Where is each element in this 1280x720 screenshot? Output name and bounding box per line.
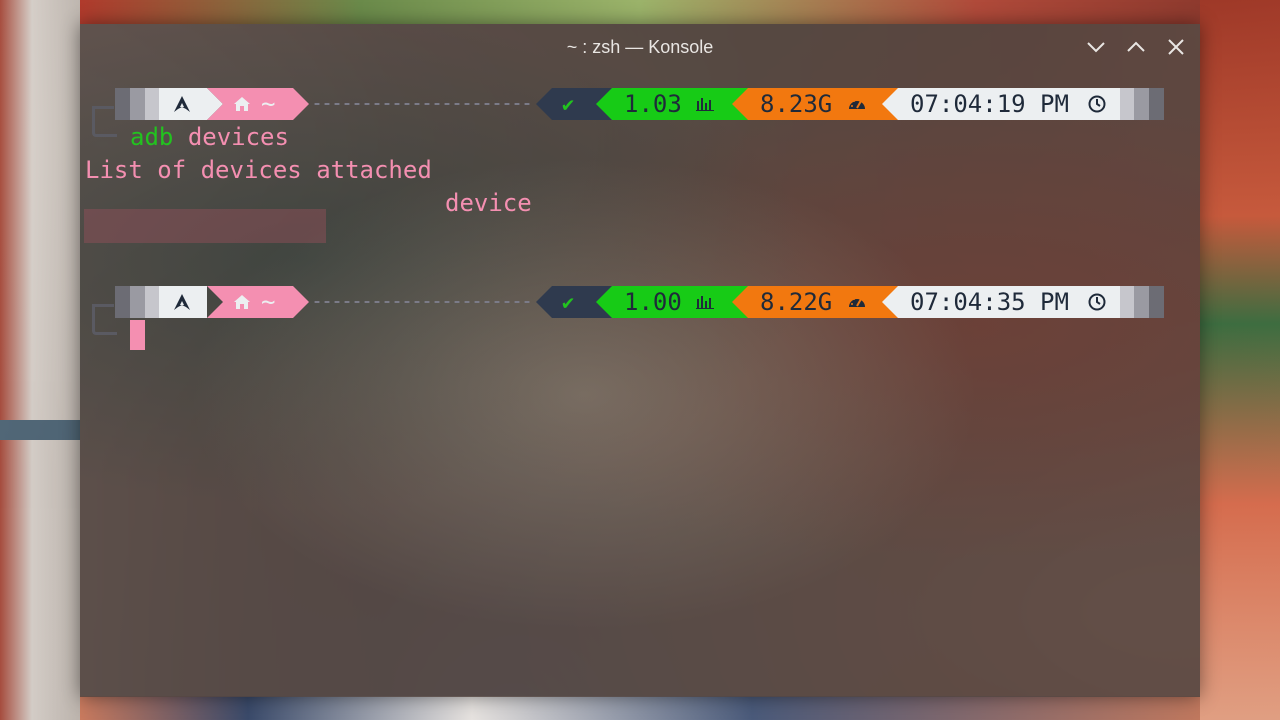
chevron-up-icon [1127, 41, 1145, 52]
dir-segment: ~ [223, 88, 293, 120]
title-bar[interactable]: ~ : zsh — Konsole [80, 24, 1200, 70]
dir-segment-arrow [293, 286, 309, 318]
arch-linux-icon [174, 96, 190, 112]
home-icon [234, 97, 250, 111]
home-icon [234, 295, 250, 309]
dir-segment-arrow [293, 88, 309, 120]
minimize-button[interactable] [1085, 36, 1107, 58]
konsole-window: ~ : zsh — Konsole ~ ✔ 1.03 8.23G 07:04:1… [80, 24, 1200, 697]
os-segment [159, 88, 207, 120]
clock-icon [1088, 293, 1106, 311]
status-segment: ✔ [552, 286, 596, 318]
gauge-icon [849, 99, 865, 109]
status-segment-arrow [536, 88, 552, 120]
command-line: adb devices [130, 121, 289, 154]
prompt-fade-segment [1149, 88, 1164, 120]
wallpaper-pillar-left [0, 0, 80, 720]
dir-segment: ~ [223, 286, 293, 318]
redacted-device-serial [84, 209, 326, 243]
bar-chart-icon [696, 98, 714, 111]
prompt-filler-dots [312, 103, 534, 105]
prompt-line: ~ ✔ 1.03 8.23G 07:04:19 PM [80, 88, 1200, 120]
clock-icon [1088, 95, 1106, 113]
mem-segment-arrow [732, 286, 748, 318]
load-segment-arrow [596, 88, 612, 120]
time-segment-arrow [882, 286, 898, 318]
close-button[interactable] [1165, 36, 1187, 58]
window-title: ~ : zsh — Konsole [566, 37, 714, 57]
memory-segment: 8.23G [748, 88, 882, 120]
dir-path: ~ [261, 288, 276, 316]
memory-usage: 8.23G [760, 90, 833, 118]
arch-linux-icon [174, 294, 190, 310]
terminal-area[interactable]: ~ ✔ 1.03 8.23G 07:04:19 PM adb devices L… [80, 70, 1200, 697]
prompt-time: 07:04:35 PM [910, 288, 1069, 316]
dir-segment-notch [207, 286, 223, 318]
prompt-fade-segment [1134, 286, 1149, 318]
os-segment [159, 286, 207, 318]
load-segment: 1.03 [612, 88, 732, 120]
device-state: device [445, 189, 532, 217]
command-name: adb [130, 123, 174, 151]
terminal-cursor[interactable] [130, 320, 145, 350]
load-segment: 1.00 [612, 286, 732, 318]
prompt-fade-segment [1120, 88, 1134, 120]
gauge-icon [849, 297, 865, 307]
prompt-fade-segment [1134, 88, 1149, 120]
mem-segment-arrow [732, 88, 748, 120]
chevron-down-icon [1087, 42, 1105, 53]
status-ok-icon: ✔ [562, 290, 575, 314]
prompt-filler-dots [312, 301, 534, 303]
wallpaper-top [80, 0, 1200, 24]
prompt-fade-segment [115, 88, 130, 120]
status-segment-arrow [536, 286, 552, 318]
prompt-time: 07:04:19 PM [910, 90, 1069, 118]
time-segment: 07:04:19 PM [898, 88, 1120, 120]
prompt-connector [92, 106, 117, 137]
command-args: devices [187, 123, 289, 151]
bar-chart-icon [696, 296, 714, 309]
prompt-fade-segment [130, 286, 145, 318]
load-segment-arrow [596, 286, 612, 318]
wallpaper-bottom [80, 696, 1200, 720]
time-segment: 07:04:35 PM [898, 286, 1120, 318]
prompt-line: ~ ✔ 1.00 8.22G 07:04:35 PM [80, 286, 1200, 318]
prompt-fade-segment [145, 286, 159, 318]
load-average: 1.03 [624, 90, 682, 118]
maximize-button[interactable] [1125, 36, 1147, 58]
status-ok-icon: ✔ [562, 92, 575, 116]
time-segment-arrow [882, 88, 898, 120]
wallpaper-shrine-right [1200, 0, 1280, 720]
dir-segment-notch [207, 88, 223, 120]
prompt-fade-segment [1149, 286, 1164, 318]
memory-usage: 8.22G [760, 288, 833, 316]
memory-segment: 8.22G [748, 286, 882, 318]
prompt-fade-segment [145, 88, 159, 120]
dir-path: ~ [261, 90, 276, 118]
load-average: 1.00 [624, 288, 682, 316]
prompt-fade-segment [115, 286, 130, 318]
prompt-fade-segment [130, 88, 145, 120]
output-line: List of devices attached [85, 156, 432, 184]
status-segment: ✔ [552, 88, 596, 120]
prompt-fade-segment [1120, 286, 1134, 318]
prompt-connector [92, 304, 117, 335]
close-icon [1168, 39, 1184, 55]
